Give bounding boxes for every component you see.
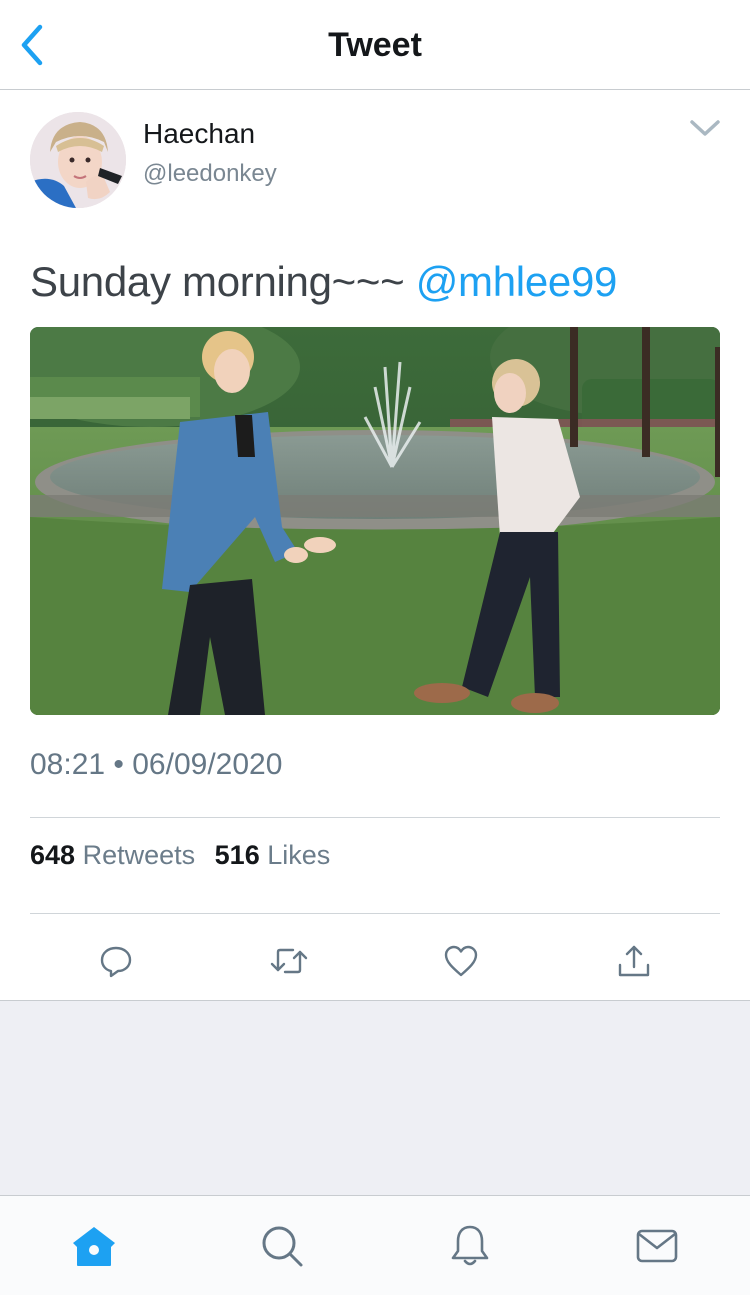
chevron-down-icon — [690, 120, 720, 136]
retweet-button[interactable] — [264, 936, 314, 986]
tab-search[interactable] — [256, 1220, 308, 1272]
tweet-timestamp: 08:21 • 06/09/2020 — [30, 748, 283, 781]
likes-count: 516 — [214, 840, 260, 870]
tweet-actions — [0, 930, 750, 1000]
likes-count-link[interactable]: 516 Likes — [215, 840, 343, 870]
home-icon — [73, 1227, 115, 1266]
divider — [30, 913, 720, 914]
like-button[interactable] — [436, 936, 486, 986]
tweet-options-button[interactable] — [686, 112, 724, 144]
tweet-stats: 648 Retweets 516 Likes — [30, 840, 342, 871]
share-button[interactable] — [609, 936, 659, 986]
tab-home[interactable] — [68, 1220, 120, 1272]
author-display-name[interactable]: Haechan — [143, 118, 255, 150]
share-icon — [618, 945, 650, 977]
avatar[interactable] — [30, 112, 126, 208]
empty-area — [0, 1000, 750, 1195]
like-icon — [444, 945, 478, 977]
tweet-text: Sunday morning~~~ @mhlee99 — [30, 258, 617, 306]
messages-icon — [636, 1229, 678, 1263]
retweet-icon — [270, 948, 308, 974]
retweets-count-link[interactable]: 648 Retweets — [30, 840, 207, 870]
tab-messages[interactable] — [631, 1220, 683, 1272]
author-handle[interactable]: @leedonkey — [143, 160, 277, 188]
retweets-count: 648 — [30, 840, 76, 870]
tab-bar — [0, 1195, 750, 1295]
tab-notifications[interactable] — [444, 1220, 496, 1272]
reply-button[interactable] — [91, 936, 141, 986]
tweet-photo[interactable] — [30, 327, 720, 715]
page-title: Tweet — [328, 26, 422, 64]
notifications-icon — [451, 1225, 489, 1266]
reply-icon — [100, 946, 132, 978]
divider — [30, 817, 720, 818]
search-icon — [262, 1226, 303, 1267]
avatar-image — [30, 112, 126, 208]
mention-link[interactable]: @mhlee99 — [416, 258, 618, 305]
photo-image — [30, 327, 720, 715]
tweet-text-body: Sunday morning~~~ — [30, 258, 416, 305]
retweets-label: Retweets — [82, 840, 196, 870]
navigation-header: Tweet — [0, 0, 750, 90]
likes-label: Likes — [267, 840, 331, 870]
